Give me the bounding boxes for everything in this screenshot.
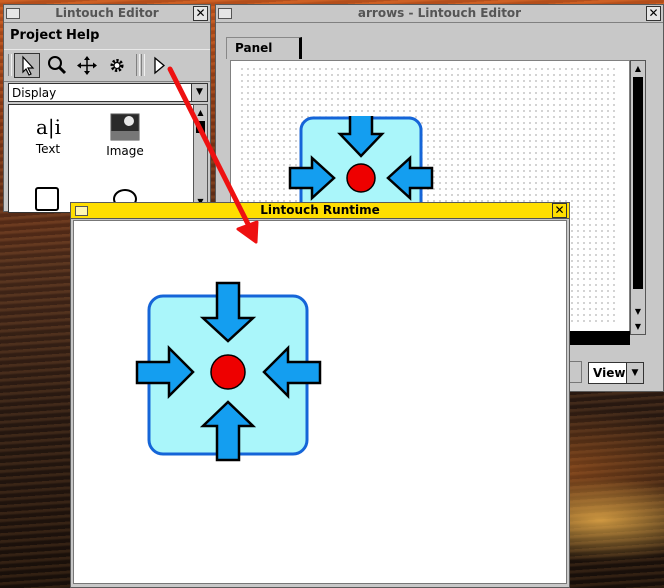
project-close-button[interactable]: ✕ bbox=[646, 6, 661, 21]
select-tool-button[interactable] bbox=[14, 53, 40, 78]
tab-panel-label: Panel bbox=[235, 41, 273, 55]
gear-icon bbox=[110, 59, 124, 72]
magnifier-icon bbox=[48, 56, 67, 75]
toolbar-separator bbox=[136, 54, 140, 76]
scroll-down-button-2[interactable]: ▼ bbox=[631, 304, 645, 319]
view-select[interactable]: View ▼ bbox=[588, 362, 644, 384]
project-window-title: arrows - Lintouch Editor bbox=[357, 6, 522, 20]
runtime-arrows-widget[interactable] bbox=[134, 281, 324, 471]
zoom-tool-button[interactable] bbox=[44, 53, 70, 78]
settings-tool-button[interactable] bbox=[104, 53, 130, 78]
palette-category-select[interactable]: Display ▼ bbox=[8, 83, 208, 102]
palette-item-rectangle[interactable] bbox=[35, 187, 59, 211]
palette-item-text[interactable]: a|i Text bbox=[23, 113, 73, 156]
scroll-down-button[interactable]: ▼ bbox=[631, 319, 645, 334]
palette-item-text-label: Text bbox=[35, 142, 61, 156]
toolbar-handle bbox=[8, 54, 12, 76]
scroll-thumb[interactable] bbox=[633, 77, 643, 289]
editor-window: Lintouch Editor ✕ Project Help Display ▼… bbox=[3, 4, 211, 213]
chevron-down-icon[interactable]: ▼ bbox=[191, 84, 207, 101]
runtime-titlebar[interactable]: Lintouch Runtime ✕ bbox=[71, 203, 569, 219]
four-way-arrow-icon bbox=[77, 56, 97, 75]
toolbar bbox=[4, 49, 210, 82]
editor-titlebar[interactable]: Lintouch Editor ✕ bbox=[4, 5, 210, 23]
palette-item-image-label: Image bbox=[106, 144, 144, 158]
chevron-down-icon[interactable]: ▼ bbox=[626, 363, 643, 383]
runtime-close-button[interactable]: ✕ bbox=[552, 203, 567, 218]
move-tool-button[interactable] bbox=[74, 53, 100, 78]
run-tool-button[interactable] bbox=[146, 53, 172, 78]
toolbar-separator-2 bbox=[141, 54, 145, 76]
tab-panel[interactable]: Panel bbox=[226, 37, 302, 59]
canvas-vertical-scrollbar[interactable]: ▲ ▼ ▼ bbox=[630, 60, 646, 335]
palette-item-image[interactable]: Image bbox=[97, 113, 153, 158]
scroll-up-button[interactable]: ▲ bbox=[194, 105, 207, 120]
pointer-icon bbox=[22, 55, 35, 76]
runtime-window-title: Lintouch Runtime bbox=[260, 203, 380, 217]
image-icon bbox=[110, 113, 140, 141]
widget-center-dot bbox=[346, 163, 376, 193]
scroll-thumb[interactable] bbox=[196, 121, 205, 133]
project-titlebar[interactable]: arrows - Lintouch Editor ✕ bbox=[216, 5, 663, 23]
editor-window-title: Lintouch Editor bbox=[55, 6, 159, 20]
svg-text:a|i: a|i bbox=[36, 115, 61, 139]
template-palette: a|i Text Image bbox=[8, 104, 194, 213]
widget-center-dot bbox=[210, 354, 246, 390]
menu-bar: Project Help bbox=[4, 23, 210, 48]
runtime-window: Lintouch Runtime ✕ bbox=[70, 202, 570, 588]
play-icon bbox=[154, 56, 166, 75]
text-icon: a|i bbox=[36, 115, 61, 140]
palette-category-value: Display bbox=[12, 86, 57, 100]
runtime-panel-view bbox=[73, 220, 567, 584]
palette-vertical-scrollbar[interactable]: ▲ ▼ bbox=[193, 104, 208, 210]
scroll-up-button[interactable]: ▲ bbox=[631, 61, 645, 76]
view-select-value: View bbox=[593, 366, 626, 380]
menu-help[interactable]: Help bbox=[66, 28, 99, 43]
editor-close-button[interactable]: ✕ bbox=[193, 6, 208, 21]
menu-project[interactable]: Project bbox=[10, 28, 62, 43]
